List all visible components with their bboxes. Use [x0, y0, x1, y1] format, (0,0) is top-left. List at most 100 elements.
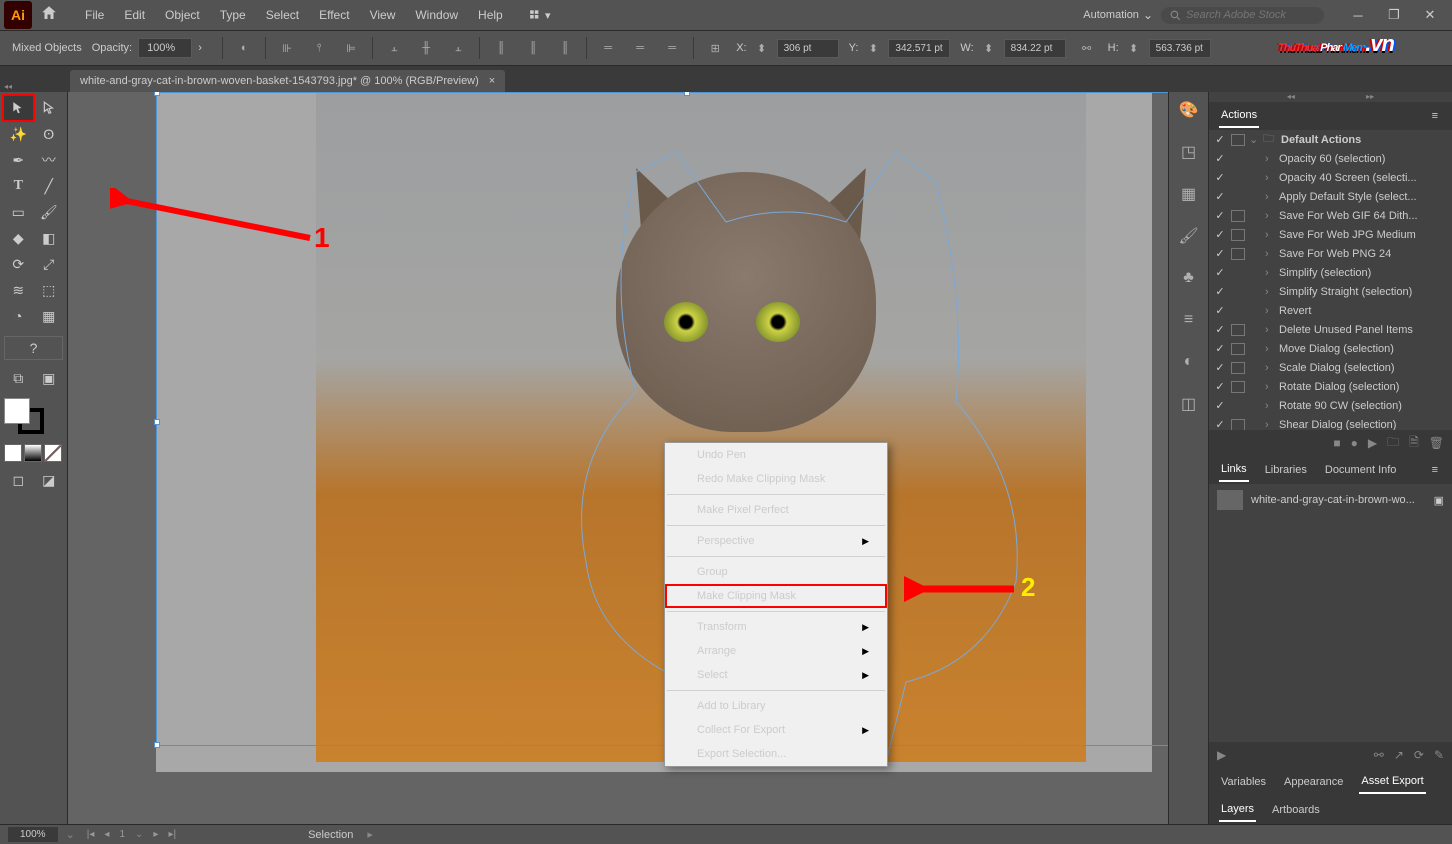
- tab-asset-export[interactable]: Asset Export: [1359, 770, 1425, 794]
- tab-variables[interactable]: Variables: [1219, 771, 1268, 793]
- eraser-tool[interactable]: ◧: [35, 226, 64, 250]
- panel-menu-icon[interactable]: ≡: [1432, 464, 1438, 476]
- align-center-v-icon[interactable]: ╫: [415, 37, 437, 59]
- action-item[interactable]: ✓›Move Dialog (selection): [1209, 339, 1452, 358]
- menu-object[interactable]: Object: [156, 4, 209, 26]
- perspective-grid-tool[interactable]: ▦: [35, 304, 64, 328]
- new-set-icon[interactable]: 🗀: [1387, 433, 1399, 454]
- color-mode-gradient[interactable]: [24, 444, 42, 462]
- close-button[interactable]: ✕: [1412, 2, 1448, 28]
- transparency-panel-icon[interactable]: ◫: [1177, 392, 1201, 416]
- ctx-group[interactable]: Group: [665, 560, 887, 584]
- draw-mode-normal-icon[interactable]: ◻: [4, 468, 33, 492]
- ctx-add-to-library[interactable]: Add to Library: [665, 694, 887, 718]
- menu-effect[interactable]: Effect: [310, 4, 358, 26]
- menu-view[interactable]: View: [361, 4, 405, 26]
- color-mode-fill[interactable]: [4, 444, 22, 462]
- pen-tool[interactable]: ✒: [4, 148, 33, 172]
- action-set-default[interactable]: ✓⌄🗀Default Actions: [1209, 130, 1452, 149]
- action-item[interactable]: ✓›Revert: [1209, 301, 1452, 320]
- lasso-tool[interactable]: ʘ: [35, 122, 64, 146]
- distribute-top-icon[interactable]: ═: [597, 37, 619, 59]
- distribute-center-v-icon[interactable]: ═: [629, 37, 651, 59]
- direct-selection-tool[interactable]: [35, 96, 64, 120]
- zoom-level[interactable]: 100%: [8, 827, 58, 842]
- action-item[interactable]: ✓›Save For Web PNG 24: [1209, 244, 1452, 263]
- curvature-tool[interactable]: 〰: [35, 148, 64, 172]
- action-item[interactable]: ✓›Rotate 90 CW (selection): [1209, 396, 1452, 415]
- align-bottom-icon[interactable]: ⫠: [447, 37, 469, 59]
- rotate-tool[interactable]: ⟳: [4, 252, 33, 276]
- stop-action-icon[interactable]: ■: [1333, 436, 1340, 450]
- prev-artboard-icon[interactable]: ◂: [100, 827, 113, 842]
- stock-search-input[interactable]: [1186, 9, 1316, 21]
- action-item[interactable]: ✓›Shear Dialog (selection): [1209, 415, 1452, 430]
- link-xy2-icon[interactable]: ⬍: [862, 37, 884, 59]
- fill-stroke-swatch[interactable]: [4, 398, 54, 438]
- align-top-icon[interactable]: ⫠: [383, 37, 405, 59]
- magic-wand-tool[interactable]: ✨: [4, 122, 33, 146]
- color-panel-icon[interactable]: 🎨: [1177, 98, 1201, 122]
- record-action-icon[interactable]: ●: [1351, 436, 1358, 450]
- distribute-center-h-icon[interactable]: ║: [522, 37, 544, 59]
- artboard-number[interactable]: 1: [115, 827, 129, 842]
- panel-menu-icon[interactable]: ≡: [1432, 110, 1438, 122]
- stock-search[interactable]: [1161, 7, 1324, 24]
- restore-button[interactable]: ❐: [1376, 2, 1412, 28]
- color-guide-panel-icon[interactable]: ◳: [1177, 140, 1201, 164]
- collapse-dock-icon[interactable]: ◂◂ ▸▸: [1209, 92, 1452, 102]
- ctx-redo-make-clipping-mask[interactable]: Redo Make Clipping Mask: [665, 467, 887, 491]
- action-item[interactable]: ✓›Opacity 60 (selection): [1209, 149, 1452, 168]
- distribute-right-icon[interactable]: ║: [554, 37, 576, 59]
- link-xy-icon[interactable]: ⬍: [751, 37, 773, 59]
- first-artboard-icon[interactable]: |◂: [83, 827, 99, 842]
- distribute-left-icon[interactable]: ║: [490, 37, 512, 59]
- action-item[interactable]: ✓›Save For Web JPG Medium: [1209, 225, 1452, 244]
- expand-left-icon[interactable]: ◂◂: [4, 82, 12, 92]
- status-dropdown-icon[interactable]: ▸: [367, 828, 373, 841]
- opacity-chevron-icon[interactable]: ›: [198, 42, 212, 54]
- tab-appearance[interactable]: Appearance: [1282, 771, 1345, 793]
- ctx-collect-for-export[interactable]: Collect For Export▶: [665, 718, 887, 742]
- ctx-arrange[interactable]: Arrange▶: [665, 639, 887, 663]
- home-icon[interactable]: [40, 4, 62, 26]
- new-action-icon[interactable]: 🗎: [1409, 433, 1419, 454]
- zoom-dropdown-icon[interactable]: ⌄: [66, 828, 75, 841]
- distribute-bottom-icon[interactable]: ═: [661, 37, 683, 59]
- ctx-transform[interactable]: Transform▶: [665, 615, 887, 639]
- free-transform-tool[interactable]: ⬚: [35, 278, 64, 302]
- action-item[interactable]: ✓›Opacity 40 Screen (selecti...: [1209, 168, 1452, 187]
- next-artboard-icon[interactable]: ▸: [149, 827, 162, 842]
- align-center-h-icon[interactable]: ⫯: [308, 37, 330, 59]
- link-h-icon[interactable]: ⬍: [1123, 37, 1145, 59]
- menu-window[interactable]: Window: [406, 4, 467, 26]
- relink-icon[interactable]: ⚯: [1374, 748, 1384, 762]
- go-to-link-icon[interactable]: ↗: [1394, 748, 1404, 762]
- recolor-icon[interactable]: ◐: [233, 37, 255, 59]
- stroke-panel-icon[interactable]: ≡: [1177, 308, 1201, 332]
- transform-anchor-icon[interactable]: ⊞: [704, 37, 726, 59]
- type-tool[interactable]: T: [4, 174, 33, 198]
- link-expand-icon[interactable]: ▶: [1217, 748, 1226, 762]
- h-input[interactable]: 563.736 pt: [1149, 39, 1211, 58]
- tab-document-info[interactable]: Document Info: [1323, 459, 1399, 481]
- menu-select[interactable]: Select: [257, 4, 308, 26]
- workspace-switcher-icon[interactable]: ▾: [526, 5, 552, 25]
- action-item[interactable]: ✓›Scale Dialog (selection): [1209, 358, 1452, 377]
- action-item[interactable]: ✓›Rotate Dialog (selection): [1209, 377, 1452, 396]
- y-input[interactable]: 342.571 pt: [888, 39, 950, 58]
- paintbrush-tool[interactable]: 🖌: [35, 200, 64, 224]
- screen-mode2-icon[interactable]: ▣: [35, 366, 64, 390]
- menu-type[interactable]: Type: [211, 4, 255, 26]
- w-input[interactable]: 834.22 pt: [1004, 39, 1066, 58]
- minimize-button[interactable]: ─: [1340, 2, 1376, 28]
- link-wh-icon[interactable]: ⬍: [978, 37, 1000, 59]
- action-item[interactable]: ✓›Delete Unused Panel Items: [1209, 320, 1452, 339]
- ctx-select[interactable]: Select▶: [665, 663, 887, 687]
- last-artboard-icon[interactable]: ▸|: [164, 827, 180, 842]
- play-action-icon[interactable]: ▶: [1368, 436, 1377, 450]
- menu-edit[interactable]: Edit: [115, 4, 154, 26]
- opacity-input[interactable]: 100%: [138, 38, 192, 58]
- action-item[interactable]: ✓›Apply Default Style (select...: [1209, 187, 1452, 206]
- swatches-panel-icon[interactable]: ▦: [1177, 182, 1201, 206]
